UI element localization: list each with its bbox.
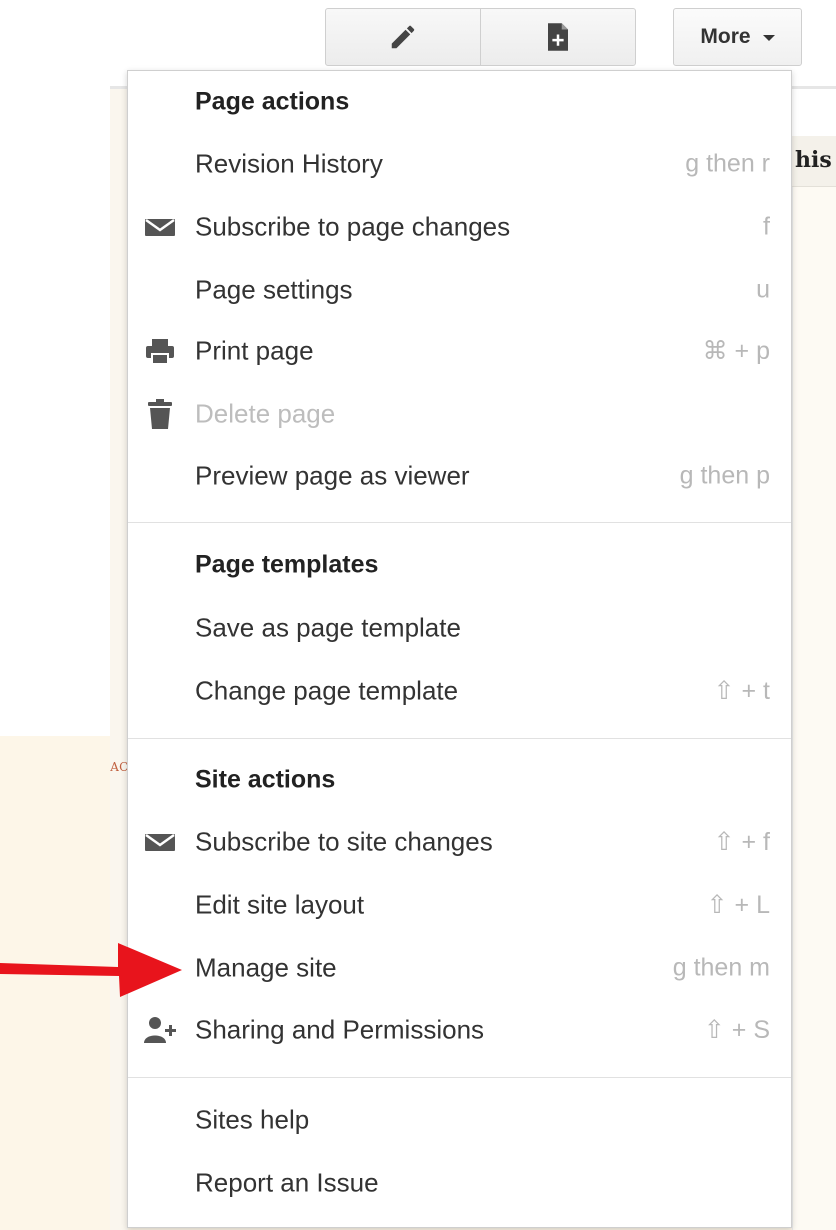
menu-item-print-page[interactable]: Print page ⌘ + p <box>128 326 791 376</box>
menu-item-revision-history[interactable]: Revision History g then r <box>128 139 791 189</box>
background-text-fragment: АC <box>110 760 129 774</box>
edit-page-button[interactable] <box>325 8 481 66</box>
menu-heading-page-templates: Page templates <box>128 540 791 590</box>
envelope-icon <box>145 218 175 236</box>
menu-item-label: Report an Issue <box>195 1167 379 1198</box>
menu-item-save-as-template[interactable]: Save as page template <box>128 603 791 653</box>
menu-item-subscribe-page[interactable]: Subscribe to page changes f <box>128 202 791 252</box>
trash-icon <box>148 399 172 429</box>
more-button-label: More <box>700 25 751 48</box>
pencil-icon <box>391 25 415 49</box>
menu-item-shortcut: ⇧ + f <box>713 828 770 856</box>
menu-item-manage-site[interactable]: Manage site g then m <box>128 943 791 993</box>
menu-item-shortcut: u <box>756 275 770 304</box>
menu-item-label: Save as page template <box>195 612 461 643</box>
menu-separator <box>128 522 791 523</box>
menu-item-change-template[interactable]: Change page template ⇧ + t <box>128 666 791 716</box>
menu-item-shortcut: ⌘ + p <box>702 337 770 365</box>
new-page-button[interactable] <box>480 8 636 66</box>
menu-item-label: Sites help <box>195 1104 310 1135</box>
menu-item-shortcut: g then r <box>685 149 770 178</box>
red-arrow-annotation <box>0 943 182 997</box>
new-page-icon <box>548 23 568 51</box>
page-left-edge <box>110 89 128 1230</box>
menu-item-preview-as-viewer[interactable]: Preview page as viewer g then p <box>128 451 791 501</box>
menu-item-label: Page settings <box>195 274 353 305</box>
menu-item-label: Change page template <box>195 675 459 706</box>
menu-separator <box>128 738 791 739</box>
add-person-icon <box>144 1017 176 1043</box>
menu-item-label: Edit site layout <box>195 889 365 920</box>
more-actions-menu: Page actions Revision History g then r S… <box>127 70 792 1228</box>
menu-item-report-issue[interactable]: Report an Issue <box>128 1158 791 1208</box>
menu-separator <box>128 1077 791 1078</box>
menu-heading-label: Site actions <box>195 765 336 794</box>
menu-item-shortcut: g then m <box>672 953 770 982</box>
menu-item-edit-site-layout[interactable]: Edit site layout ⇧ + L <box>128 880 791 930</box>
menu-item-shortcut: f <box>763 212 770 241</box>
menu-item-label: Delete page <box>195 398 336 429</box>
menu-item-shortcut: ⇧ + S <box>703 1016 770 1044</box>
menu-item-label: Subscribe to site changes <box>195 826 493 857</box>
more-actions-button[interactable]: More <box>673 8 802 66</box>
background-tab-text: his <box>795 147 832 173</box>
menu-item-label: Print page <box>195 335 314 366</box>
envelope-icon <box>145 833 175 851</box>
menu-item-subscribe-site[interactable]: Subscribe to site changes ⇧ + f <box>128 817 791 867</box>
menu-heading-site-actions: Site actions <box>128 755 791 805</box>
menu-heading-page-actions: Page actions <box>128 77 791 127</box>
menu-item-delete-page: Delete page <box>128 389 791 439</box>
caret-down-icon <box>762 35 775 41</box>
menu-item-label: Preview page as viewer <box>195 460 470 491</box>
menu-item-label: Manage site <box>195 952 337 983</box>
menu-item-shortcut: ⇧ + L <box>706 891 770 919</box>
menu-item-label: Subscribe to page changes <box>195 211 511 242</box>
menu-heading-label: Page templates <box>195 550 379 579</box>
page-right-edge <box>792 136 836 1230</box>
menu-item-shortcut: g then p <box>679 461 770 490</box>
menu-heading-label: Page actions <box>195 87 350 116</box>
menu-item-page-settings[interactable]: Page settings u <box>128 265 791 315</box>
menu-item-sharing-permissions[interactable]: Sharing and Permissions ⇧ + S <box>128 1005 791 1055</box>
menu-item-label: Revision History <box>195 148 383 179</box>
menu-item-label: Sharing and Permissions <box>195 1014 485 1045</box>
menu-item-sites-help[interactable]: Sites help <box>128 1095 791 1145</box>
menu-item-shortcut: ⇧ + t <box>713 677 770 705</box>
printer-icon <box>146 339 174 365</box>
